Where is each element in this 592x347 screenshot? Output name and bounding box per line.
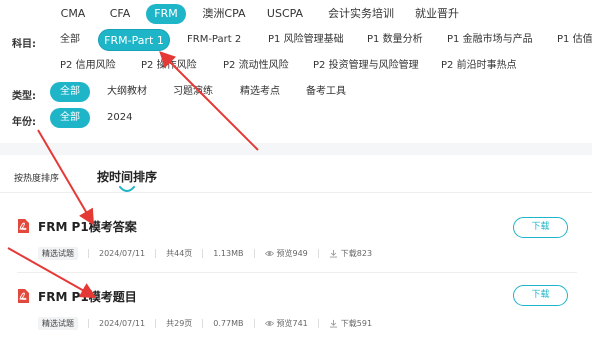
file-title[interactable]: FRM P1模考题目: [38, 288, 137, 305]
file-meta: 精选试题 2024/07/11 共44页 1.13MB 预览949 下载823: [38, 247, 372, 260]
tab-cfa[interactable]: CFA: [104, 4, 136, 24]
subject-p2-liquidity[interactable]: P2 流动性风险: [223, 56, 289, 76]
download-button[interactable]: 下载: [513, 217, 568, 238]
tab-accounting-training[interactable]: 会计实务培训: [324, 4, 398, 24]
file-date: 2024/07/11: [99, 249, 146, 258]
file-downloads: 下载823: [340, 249, 373, 258]
sort-bar: 按热度排序 按时间排序: [0, 155, 592, 193]
tab-career[interactable]: 就业晋升: [412, 4, 462, 24]
tab-frm[interactable]: FRM: [146, 4, 186, 24]
pdf-icon: [18, 289, 29, 303]
year-all[interactable]: 全部: [50, 108, 90, 128]
file-size: 0.77MB: [213, 319, 244, 328]
subject-label: 科目:: [12, 39, 36, 50]
pdf-icon: [18, 219, 29, 233]
sort-by-time[interactable]: 按时间排序: [97, 168, 157, 185]
tab-cma[interactable]: CMA: [56, 4, 90, 24]
subject-p1-quant[interactable]: P1 数量分析: [367, 30, 423, 50]
file-size: 1.13MB: [213, 249, 244, 258]
section-separator: [0, 143, 592, 155]
file-pages: 共29页: [166, 319, 193, 328]
file-views: 预览741: [276, 319, 308, 328]
subject-frm-part2[interactable]: FRM-Part 2: [187, 30, 241, 50]
year-2024[interactable]: 2024: [107, 108, 132, 128]
tab-uscpa[interactable]: USCPA: [263, 4, 307, 24]
subject-p1-valuation[interactable]: P1 估值: [557, 30, 592, 50]
subject-p1-markets[interactable]: P1 金融市场与产品: [447, 30, 533, 50]
file-pages: 共44页: [166, 249, 193, 258]
file-meta: 精选试题 2024/07/11 共29页 0.77MB 预览741 下载591: [38, 317, 372, 330]
download-button[interactable]: 下载: [513, 285, 568, 306]
tab-aus-cpa[interactable]: 澳洲CPA: [198, 4, 250, 24]
type-exercises[interactable]: 习题演练: [173, 82, 213, 102]
subject-p2-operational[interactable]: P2 操作风险: [141, 56, 197, 76]
eye-icon: [264, 321, 274, 326]
file-title[interactable]: FRM P1模考答案: [38, 218, 137, 235]
subject-p2-investment[interactable]: P2 投资管理与风险管理: [313, 56, 419, 76]
subject-frm-part1[interactable]: FRM-Part 1: [98, 29, 170, 51]
type-prep-tools[interactable]: 备考工具: [306, 82, 346, 102]
type-syllabus[interactable]: 大纲教材: [107, 82, 147, 102]
subject-all[interactable]: 全部: [60, 30, 80, 50]
type-all[interactable]: 全部: [50, 82, 90, 102]
file-item: FRM P1模考题目 下载 精选试题 2024/07/11 共29页 0.77M…: [0, 280, 592, 340]
type-label: 类型:: [12, 91, 36, 102]
file-views: 预览949: [276, 249, 308, 258]
active-sort-indicator: [119, 186, 135, 192]
eye-icon: [264, 251, 274, 256]
file-date: 2024/07/11: [99, 319, 146, 328]
type-key-points[interactable]: 精选考点: [240, 82, 280, 102]
file-item: FRM P1模考答案 下载 精选试题 2024/07/11 共44页 1.13M…: [0, 210, 592, 270]
category-tabs: CMA CFA FRM 澳洲CPA USCPA 会计实务培训 就业晋升: [0, 4, 592, 24]
subject-p2-credit[interactable]: P2 信用风险: [60, 56, 116, 76]
subject-p2-frontier[interactable]: P2 前沿时事热点: [441, 56, 517, 76]
sort-by-popularity[interactable]: 按热度排序: [14, 171, 59, 184]
download-icon: [329, 319, 337, 328]
divider: [17, 272, 577, 273]
file-downloads: 下载591: [340, 319, 373, 328]
file-tag: 精选试题: [38, 317, 78, 330]
subject-p1-risk-basics[interactable]: P1 风险管理基础: [268, 30, 344, 50]
year-label: 年份:: [12, 117, 36, 128]
file-tag: 精选试题: [38, 247, 78, 260]
download-icon: [329, 249, 337, 258]
